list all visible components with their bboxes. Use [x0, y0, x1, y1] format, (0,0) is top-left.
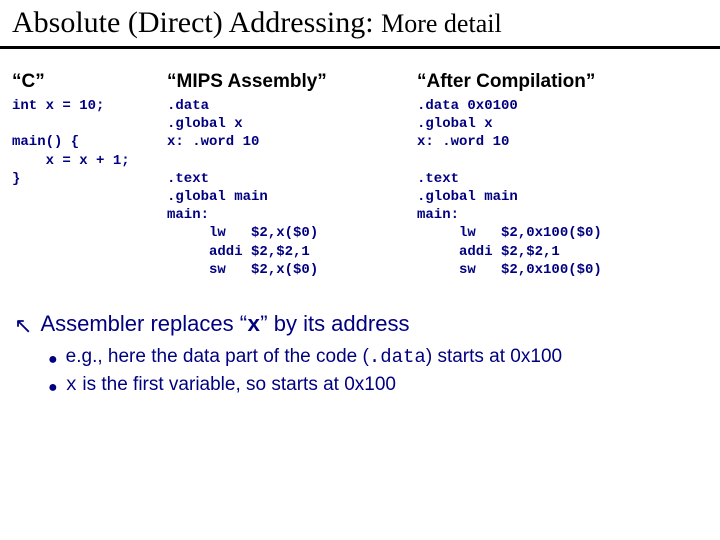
- column-after-header: “After Compilation”: [417, 71, 712, 93]
- note-sub-1-text: e.g., here the data part of the code (.d…: [66, 346, 562, 368]
- note-sub-2: ● x is the first variable, so starts at …: [48, 374, 706, 396]
- note-main: ↖ Assembler replaces “x” by its address: [14, 311, 706, 338]
- notes-section: ↖ Assembler replaces “x” by its address …: [0, 279, 720, 396]
- note-sub2-code: x: [66, 374, 77, 396]
- note-main-x: x: [247, 313, 260, 338]
- note-sub1-code: .data: [369, 346, 426, 368]
- note-main-post: ” by its address: [260, 311, 409, 336]
- column-c-header: “C”: [12, 71, 167, 93]
- bullet-icon: ●: [48, 379, 58, 397]
- column-c: “C” int x = 10; main() { x = x + 1; }: [12, 71, 167, 279]
- column-mips-header: “MIPS Assembly”: [167, 71, 417, 93]
- note-sub2-post: is the first variable, so starts at 0x10…: [77, 374, 396, 395]
- title-sub: More detail: [381, 9, 502, 38]
- title-main: Absolute (Direct) Addressing:: [12, 6, 381, 39]
- note-sub1-post: ) starts at 0x100: [426, 346, 562, 367]
- note-sub-2-text: x is the first variable, so starts at 0x…: [66, 374, 396, 396]
- column-mips-code: .data .global x x: .word 10 .text .globa…: [167, 97, 417, 279]
- slide-title: Absolute (Direct) Addressing: More detai…: [0, 0, 720, 49]
- slide: Absolute (Direct) Addressing: More detai…: [0, 0, 720, 540]
- column-mips: “MIPS Assembly” .data .global x x: .word…: [167, 71, 417, 279]
- column-after: “After Compilation” .data 0x0100 .global…: [417, 71, 712, 279]
- note-main-text: Assembler replaces “x” by its address: [40, 311, 409, 338]
- note-sub1-pre: e.g., here the data part of the code (: [66, 346, 369, 367]
- arrow-icon: ↖: [14, 313, 32, 339]
- column-c-code: int x = 10; main() { x = x + 1; }: [12, 97, 167, 188]
- column-after-code: .data 0x0100 .global x x: .word 10 .text…: [417, 97, 712, 279]
- note-sub-1: ● e.g., here the data part of the code (…: [48, 346, 706, 368]
- bullet-icon: ●: [48, 351, 58, 369]
- note-main-pre: Assembler replaces “: [40, 311, 247, 336]
- code-columns: “C” int x = 10; main() { x = x + 1; } “M…: [0, 49, 720, 279]
